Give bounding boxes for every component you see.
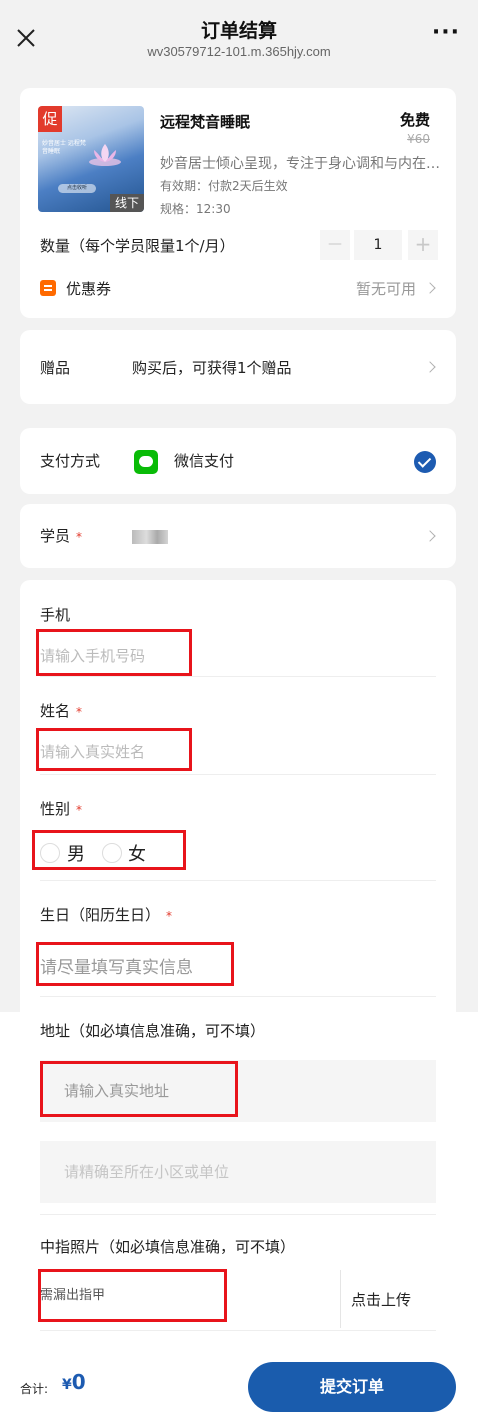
student-row[interactable]: 学员 * [20,504,456,568]
product-validity: 有效期：付款2天后生效 [160,179,288,193]
total-amount: ¥0 [62,1370,86,1394]
currency-symbol: ¥ [62,1377,72,1393]
highlight-box-address [40,1061,238,1117]
more-icon[interactable]: ··· [432,22,460,44]
divider [40,774,436,775]
thumb-button: 点击收听 [58,184,96,193]
divider [40,880,436,881]
quantity-label: 数量（每个学员限量1个/月） [40,237,235,255]
coupon-label: 优惠券 [66,280,112,298]
upload-button[interactable]: 点击上传 [351,1289,411,1310]
highlight-box-birthday [36,942,234,986]
gender-label: 性别 * [40,798,82,819]
quantity-stepper: — 1 + [320,230,438,260]
finger-photo-label: 中指照片（如必填信息准确，可不填） [40,1238,296,1256]
gift-label: 赠品 [40,359,71,377]
page-title: 订单结算 [200,20,277,42]
highlight-box-phone [36,629,192,676]
required-mark: * [76,803,83,817]
gift-row[interactable]: 赠品 购买后，可获得1个赠品 [20,330,456,404]
product-price: 免费 [399,111,430,129]
highlight-box-name [36,728,192,771]
product-thumbnail[interactable]: 促 妙音居士 远程梵音睡眠 点击收听 线下 [38,106,144,212]
checkmark-icon[interactable] [414,451,436,473]
address-detail-input[interactable]: 请精确至所在小区或单位 [64,1161,229,1182]
phone-label: 手机 [40,606,71,624]
chevron-right-icon [424,361,436,373]
product-description: 妙音居士倾心呈现，专注于身心调和与内在… [160,156,440,172]
student-name-blurred [132,530,168,544]
increase-button[interactable]: + [408,230,438,260]
divider [40,676,436,677]
lotus-icon [89,144,121,166]
page-url: wv30579712-101.m.365hjy.com [147,44,331,59]
required-mark: * [76,705,83,719]
birthday-label-text: 生日（阳历生日） [40,906,161,924]
thumb-caption: 妙音居士 远程梵音睡眠 [42,140,86,155]
gift-text: 购买后，可获得1个赠品 [132,359,292,377]
student-label-text: 学员 [40,527,71,545]
payment-row[interactable]: 支付方式 微信支付 [20,428,456,494]
offline-tag: 线下 [110,194,144,212]
submit-order-button[interactable]: 提交订单 [248,1362,456,1412]
divider [340,1270,341,1328]
promo-badge: 促 [38,106,62,132]
divider [40,996,436,997]
chevron-right-icon [424,530,436,542]
coupon-status: 暂无可用 [355,280,416,298]
product-card: 促 妙音居士 远程梵音睡眠 点击收听 线下 远程梵音睡眠 免费 ¥60 妙音居士… [20,88,456,318]
total-label: 合计: [20,1382,49,1396]
highlight-box-finger [38,1269,227,1322]
wechat-pay-icon [134,450,158,474]
birthday-label: 生日（阳历生日） * [40,904,172,925]
divider [40,1330,436,1331]
original-price: ¥60 [407,132,430,146]
total-value: 0 [71,1370,86,1394]
product-spec: 规格：12:30 [160,202,231,216]
highlight-box-gender [32,830,186,870]
nav-header: 订单结算 wv30579712-101.m.365hjy.com ··· [0,0,478,72]
address-label: 地址（如必填信息准确，可不填） [40,1022,266,1040]
chevron-right-icon [424,282,436,294]
coupon-icon [40,280,56,296]
required-mark: * [166,909,173,923]
payment-label: 支付方式 [40,452,101,470]
divider [40,1214,436,1215]
name-label: 姓名 * [40,700,82,721]
gender-label-text: 性别 [40,800,71,818]
checkout-footer: 合计: ¥0 提交订单 [0,1352,478,1417]
decrease-button[interactable]: — [320,230,350,260]
quantity-value[interactable]: 1 [354,230,402,260]
product-name: 远程梵音睡眠 [160,113,251,131]
name-label-text: 姓名 [40,702,71,720]
student-label: 学员 * [40,525,82,546]
required-mark: * [76,530,83,544]
payment-method: 微信支付 [174,452,235,470]
